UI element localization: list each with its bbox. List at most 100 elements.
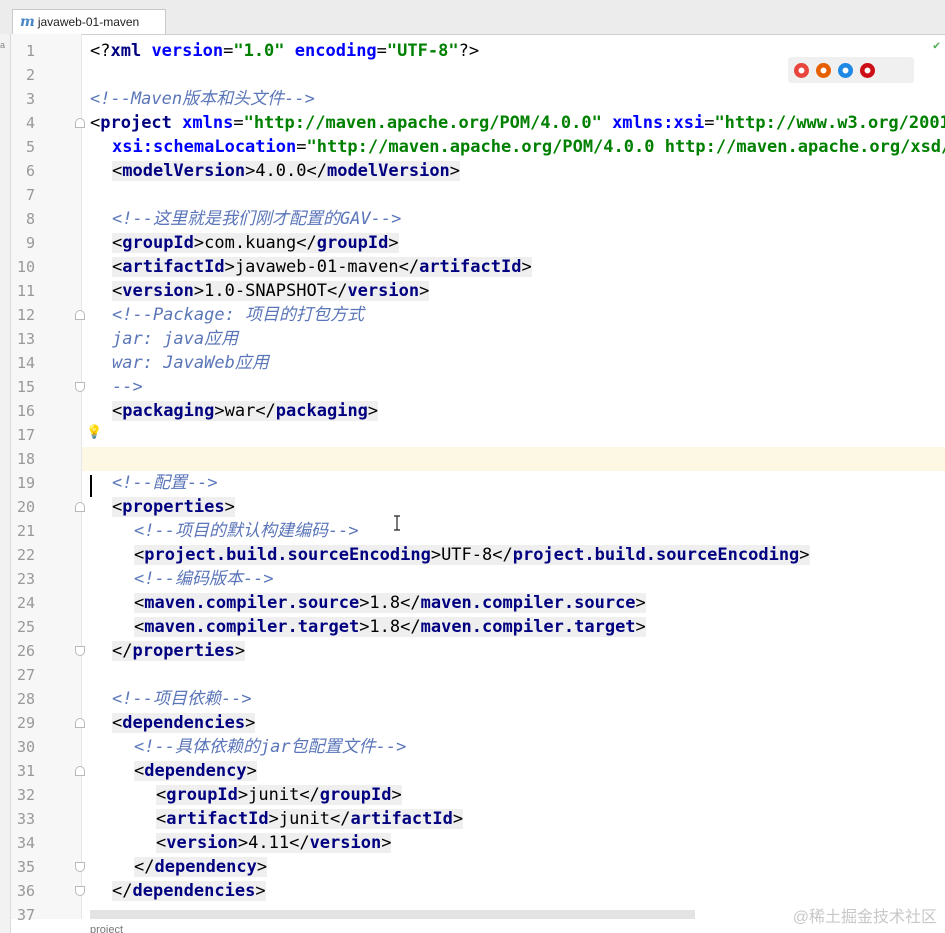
code-token: > xyxy=(388,233,399,253)
code-token: xmlns:xsi xyxy=(612,113,705,133)
code-token: >1.8</ xyxy=(359,593,421,613)
code-line: <!--Maven版本和头文件--> xyxy=(82,87,945,111)
opera-icon[interactable] xyxy=(860,62,875,78)
code-token: >junit</ xyxy=(237,785,320,805)
code-token: >4.0.0</ xyxy=(245,161,327,181)
code-token: artifactId xyxy=(419,257,522,277)
browser-preview-icons xyxy=(788,57,914,83)
code-token: --> xyxy=(112,377,143,397)
code-token: > xyxy=(391,785,402,805)
code-token: >1.8</ xyxy=(359,617,421,637)
left-strip-stub: a xyxy=(0,40,6,50)
line-number: 5 xyxy=(25,138,35,156)
code-line: <!--Package: 项目的打包方式 xyxy=(82,303,945,327)
code-token: = xyxy=(233,113,244,133)
code-token: = xyxy=(296,137,307,157)
code-editor[interactable]: <?xml version="1.0" encoding="UTF-8"?> <!… xyxy=(82,34,945,919)
line-number: 20 xyxy=(16,498,35,516)
code-token: = xyxy=(376,41,387,61)
file-tab[interactable]: m javaweb-01-maven xyxy=(12,9,166,34)
code-token: modelVersion xyxy=(326,161,450,181)
code-token: > xyxy=(367,401,379,421)
line-number: 7 xyxy=(25,186,35,204)
code-token: version xyxy=(122,281,194,301)
code-line: </properties> xyxy=(82,639,945,663)
line-number: 23 xyxy=(16,570,35,588)
line-number: 12 xyxy=(16,306,35,324)
code-token: >junit</ xyxy=(268,809,351,829)
code-token: > xyxy=(521,257,532,277)
code-token: modelVersion xyxy=(122,161,246,181)
code-token: >UTF-8</ xyxy=(430,545,513,565)
code-token: < xyxy=(134,545,145,565)
code-token: < xyxy=(112,233,123,253)
code-token: </ xyxy=(112,641,133,661)
line-number: 32 xyxy=(16,786,35,804)
firefox-icon[interactable] xyxy=(816,62,831,78)
code-token: </ xyxy=(134,857,155,877)
code-token: properties xyxy=(122,497,225,517)
code-token: dependencies xyxy=(122,713,246,733)
code-line: <!--项目依赖--> xyxy=(82,687,945,711)
code-token: groupId xyxy=(122,233,194,253)
chrome-icon[interactable] xyxy=(794,62,809,78)
code-token: < xyxy=(112,713,123,733)
code-token: maven.compiler.target xyxy=(144,617,360,637)
code-token: groupId xyxy=(166,785,238,805)
code-token: <!--具体依赖的jar包配置文件--> xyxy=(134,737,407,757)
code-token: < xyxy=(112,281,123,301)
code-token: > xyxy=(635,593,646,613)
line-number: 3 xyxy=(25,90,35,108)
code-token: artifactId xyxy=(350,809,453,829)
code-token: <!--项目依赖--> xyxy=(112,689,252,709)
code-line: <groupId>junit</groupId> xyxy=(82,783,945,807)
breadcrumb[interactable]: project xyxy=(90,924,123,933)
line-number: 19 xyxy=(16,474,35,492)
code-token: xmlns xyxy=(182,113,234,133)
line-number: 11 xyxy=(16,282,35,300)
code-token: <!--编码版本--> xyxy=(134,569,274,589)
code-token: ?> xyxy=(458,41,480,61)
code-token: groupId xyxy=(319,785,392,805)
code-token: >javaweb-01-maven</ xyxy=(224,257,420,277)
code-token: properties xyxy=(132,641,235,661)
code-token: packaging xyxy=(122,401,215,421)
code-token: version xyxy=(347,281,420,301)
code-token: < xyxy=(134,761,145,781)
horizontal-scrollbar[interactable] xyxy=(90,910,695,919)
code-token: version xyxy=(151,41,224,61)
code-line: <!--配置--> xyxy=(82,471,945,495)
code-token: > xyxy=(635,617,646,637)
left-tool-strip: a xyxy=(0,34,11,933)
code-token: > xyxy=(246,761,257,781)
maven-file-icon: m xyxy=(20,14,35,30)
code-token: < xyxy=(156,833,167,853)
code-token: <? xyxy=(90,41,111,61)
code-token: < xyxy=(112,497,123,517)
code-line: <!--编码版本--> xyxy=(82,567,945,591)
ie-icon[interactable] xyxy=(838,62,853,78)
line-number: 10 xyxy=(16,258,35,276)
code-line: --> xyxy=(82,375,945,399)
code-token: xml xyxy=(110,41,152,61)
code-token: > xyxy=(256,857,268,877)
line-number: 29 xyxy=(16,714,35,732)
line-number: 18 xyxy=(16,450,35,468)
code-token: maven.compiler.source xyxy=(144,593,360,613)
code-token: > xyxy=(234,641,246,661)
code-line: <project.build.sourceEncoding>UTF-8</pro… xyxy=(82,543,945,567)
code-token: < xyxy=(134,593,145,613)
editor-tab-bar: m javaweb-01-maven xyxy=(0,0,945,35)
code-token: < xyxy=(156,785,167,805)
code-token: <!--Package: 项目的打包方式 xyxy=(112,305,365,325)
code-token: > xyxy=(799,545,810,565)
line-number: 14 xyxy=(16,354,35,372)
code-line xyxy=(82,447,945,471)
line-number: 34 xyxy=(16,834,35,852)
code-token: project.build.sourceEncoding xyxy=(144,545,431,565)
code-token: <!--配置--> xyxy=(112,473,218,493)
line-number: 33 xyxy=(16,810,35,828)
code-token: "http://maven.apache.org/POM/4.0.0 http:… xyxy=(306,137,945,157)
